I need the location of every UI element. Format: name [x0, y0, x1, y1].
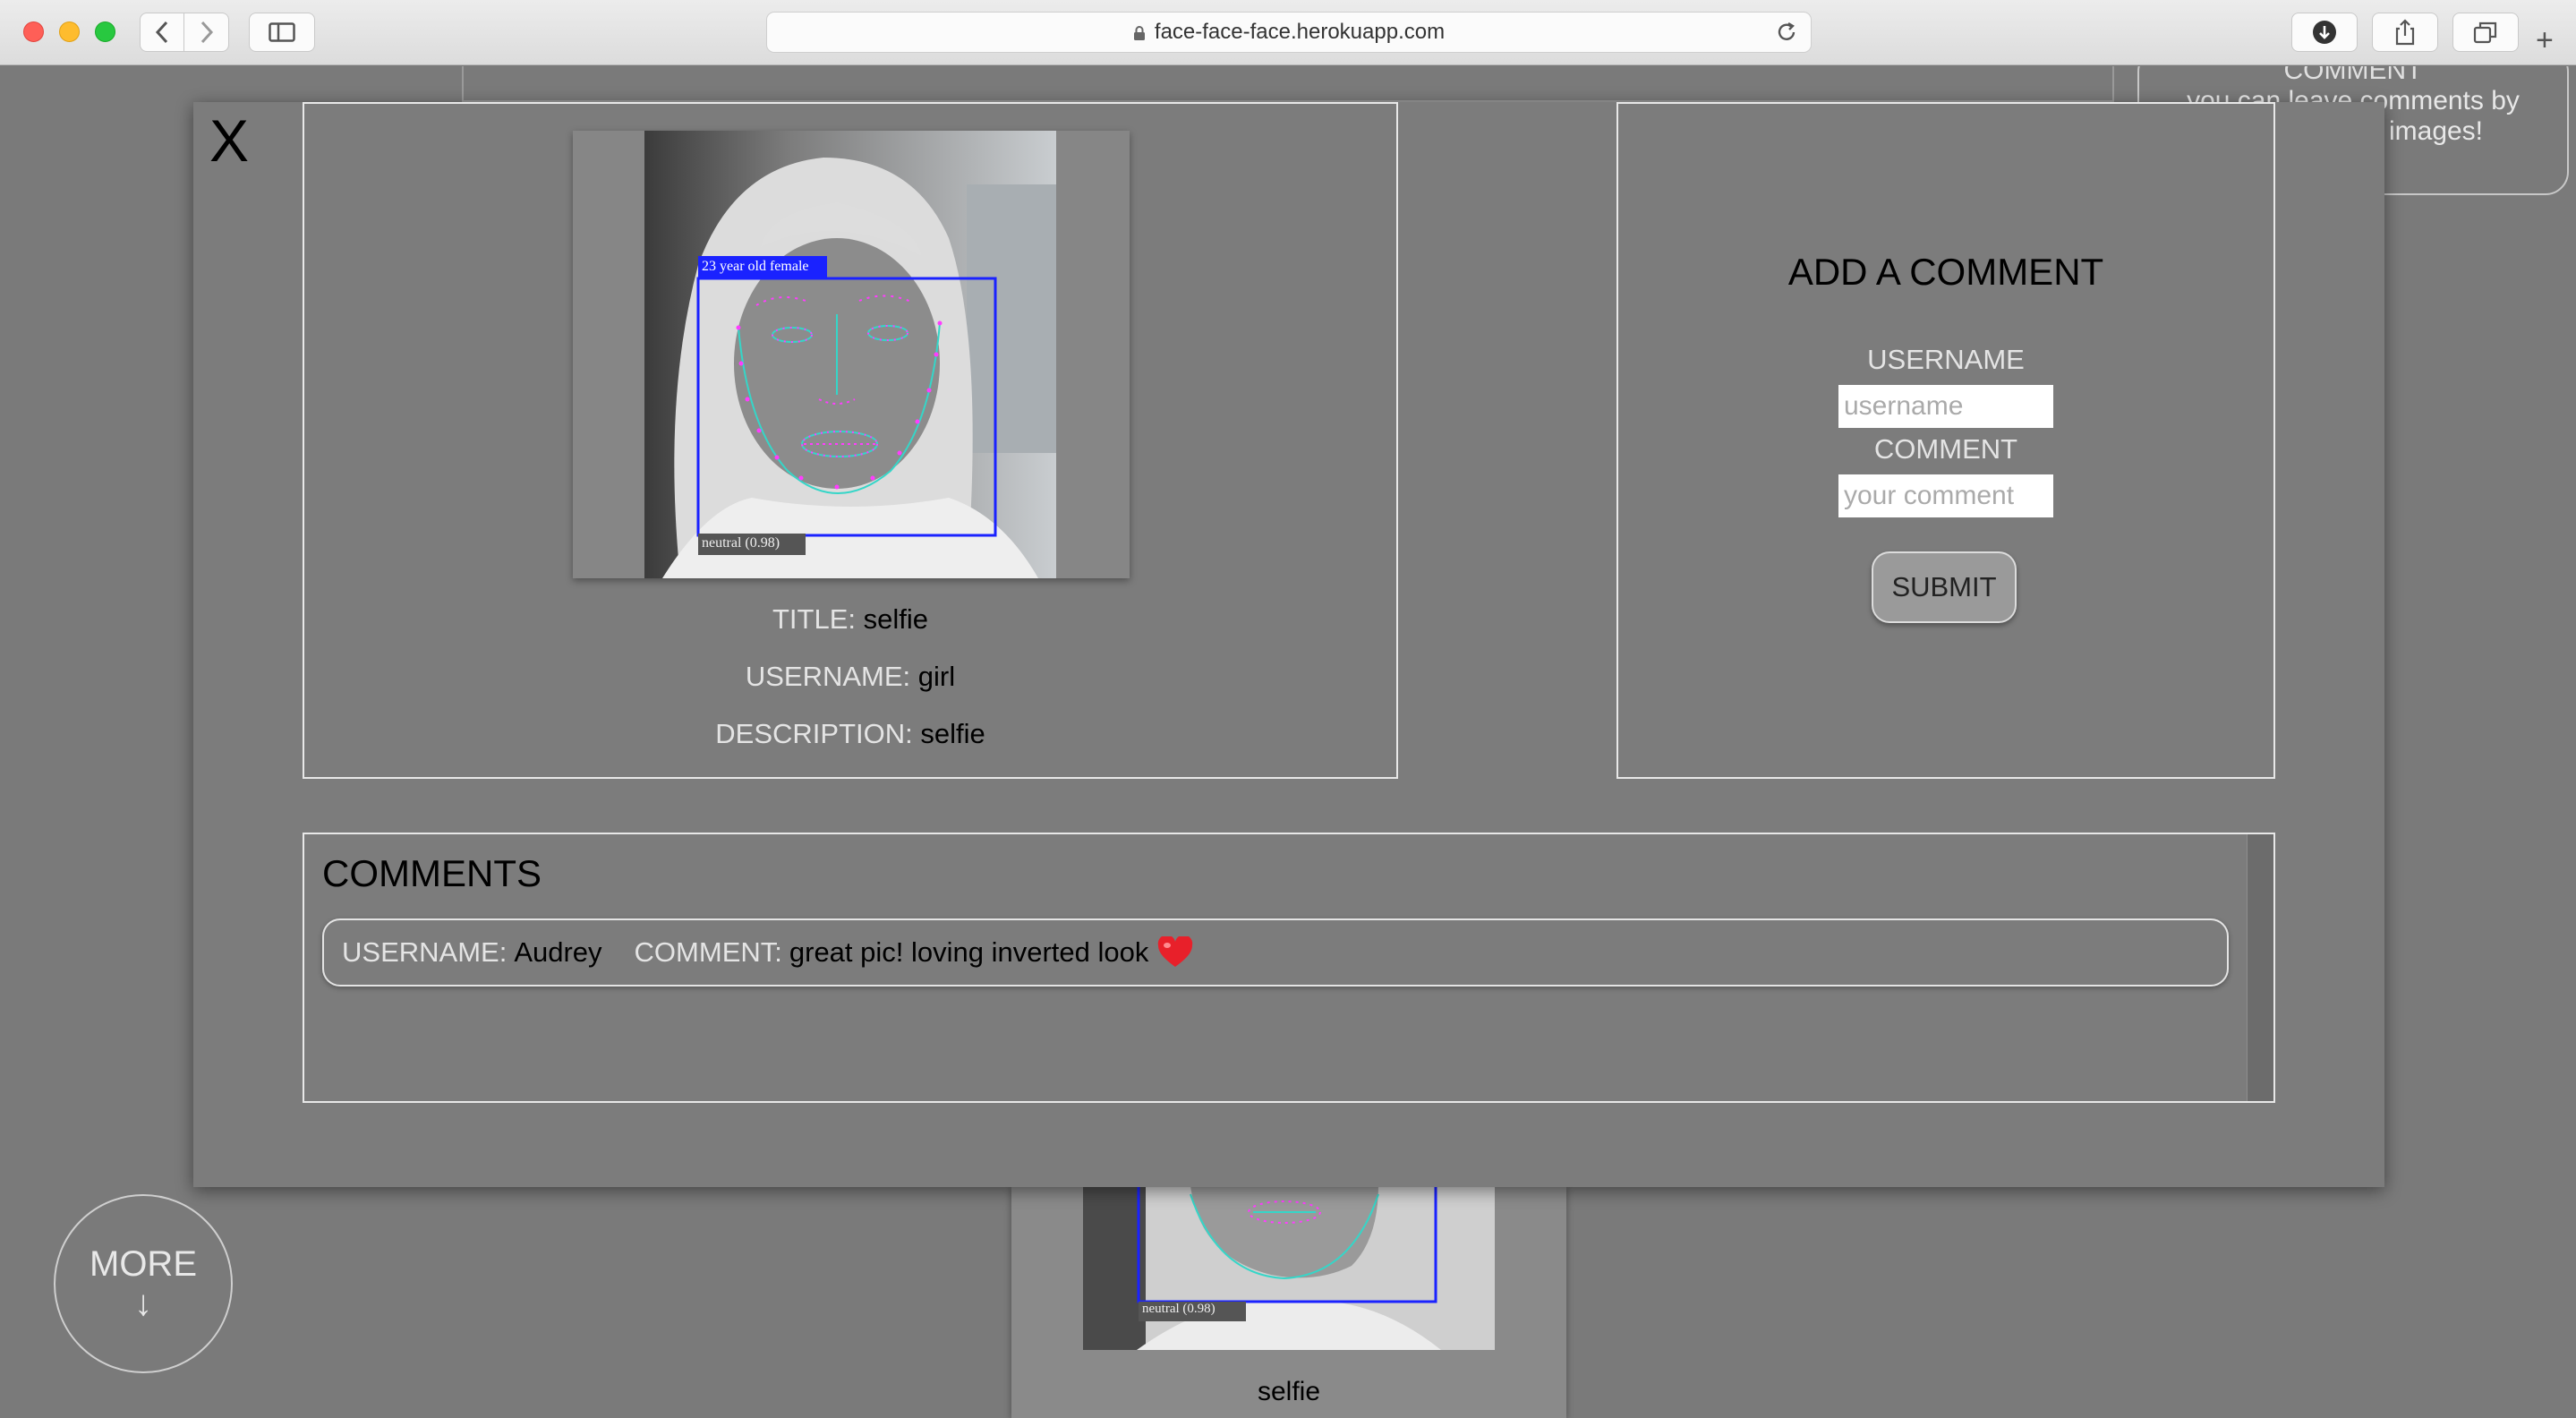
description-key: DESCRIPTION: — [715, 718, 913, 749]
download-icon — [2313, 21, 2336, 44]
add-comment-heading: ADD A COMMENT — [1787, 251, 2104, 293]
add-comment-panel: ADD A COMMENT USERNAME COMMENT SUBMIT — [1616, 102, 2275, 779]
comment-text: great pic! loving inverted look — [789, 936, 1149, 968]
sidebar-button[interactable] — [249, 13, 315, 52]
more-label: MORE — [90, 1244, 197, 1284]
username-key: USERNAME: — [745, 661, 911, 692]
photo-details-panel: 23 year old female neutral (0.98) TITLE:… — [303, 102, 1398, 779]
reload-icon[interactable] — [1775, 21, 1798, 44]
downloads-button[interactable] — [2291, 13, 2358, 52]
browser-toolbar: face-face-face.herokuapp.com + — [0, 0, 2576, 65]
close-window-button[interactable] — [23, 21, 44, 42]
comment-item: USERNAME: Audrey COMMENT: great pic! lov… — [322, 918, 2229, 987]
background-card — [462, 66, 2114, 102]
sidebar-icon — [269, 22, 295, 42]
tabs-overview-button[interactable] — [2452, 13, 2519, 52]
title-key: TITLE: — [772, 603, 856, 635]
share-button[interactable] — [2372, 13, 2438, 52]
comment-text-key: COMMENT: — [634, 936, 782, 968]
forward-button[interactable] — [184, 13, 229, 52]
back-icon — [155, 21, 168, 44]
thumbnail-caption: selfie — [1257, 1377, 1321, 1406]
forward-icon — [200, 21, 213, 44]
zoom-window-button[interactable] — [95, 21, 115, 42]
comment-input[interactable] — [1838, 474, 2053, 517]
back-button[interactable] — [140, 13, 184, 52]
title-value: selfie — [863, 603, 928, 635]
share-icon — [2395, 19, 2415, 46]
username-label: USERNAME — [1867, 344, 2025, 375]
lock-icon — [1133, 26, 1145, 40]
heart-icon — [1158, 936, 1193, 967]
comments-scrollbar[interactable] — [2247, 834, 2273, 1101]
page-body: COMMENT you can leave comments by e imag… — [0, 66, 2576, 1418]
title-row: TITLE: selfie — [304, 603, 1396, 636]
thumb-emotion-label: neutral (0.98) — [1142, 1302, 1215, 1316]
url-text: face-face-face.herokuapp.com — [1154, 20, 1446, 44]
photo-frame: 23 year old female neutral (0.98) — [573, 131, 1130, 578]
age-gender-label: 23 year old female — [702, 259, 809, 274]
background-thumbnail-image: neutral (0.98) — [1083, 1185, 1495, 1350]
tabs-icon — [2473, 21, 2497, 44]
username-input[interactable] — [1838, 385, 2053, 428]
photo-modal: X 23 year old female neutral (0.98) TITL… — [193, 102, 2384, 1187]
username-row: USERNAME: girl — [304, 661, 1396, 693]
emotion-label: neutral (0.98) — [702, 535, 780, 551]
minimize-window-button[interactable] — [59, 21, 80, 42]
more-button[interactable]: MORE ↓ — [54, 1194, 233, 1373]
description-value: selfie — [920, 718, 985, 749]
close-modal-button[interactable]: X — [209, 111, 249, 170]
comment-username: Audrey — [514, 936, 602, 968]
comments-panel: COMMENTS USERNAME: Audrey COMMENT: great… — [303, 833, 2275, 1103]
description-row: DESCRIPTION: selfie — [304, 718, 1396, 750]
username-value: girl — [917, 661, 956, 692]
analyzed-photo: 23 year old female neutral (0.98) — [644, 131, 1056, 578]
submit-button[interactable]: SUBMIT — [1872, 551, 2017, 623]
address-bar[interactable]: face-face-face.herokuapp.com — [766, 12, 1812, 53]
down-arrow-icon: ↓ — [134, 1284, 152, 1323]
new-tab-icon[interactable]: + — [2536, 25, 2554, 56]
comment-label: COMMENT — [1873, 433, 2018, 465]
comment-username-key: USERNAME: — [342, 936, 508, 968]
comments-heading: COMMENTS — [322, 852, 542, 894]
info-title: COMMENT — [2283, 66, 2423, 85]
